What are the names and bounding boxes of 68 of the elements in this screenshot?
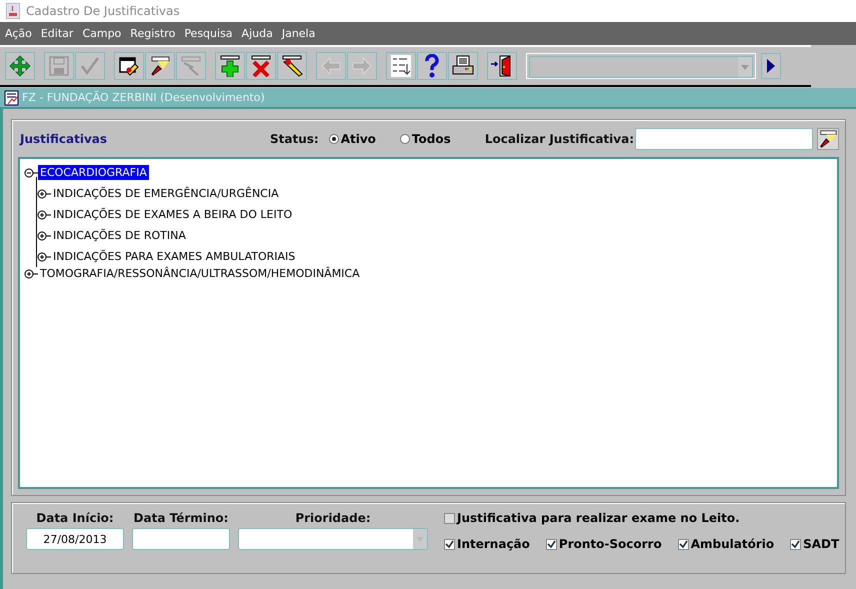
expand-icon[interactable]: [37, 188, 51, 198]
collapse-icon[interactable]: [24, 168, 38, 178]
search-label: Localizar Justificativa:: [484, 132, 634, 146]
status-label: Status:: [270, 132, 319, 146]
dropdown-arrow-icon: [741, 64, 749, 70]
field-label: Prioridade:: [295, 511, 371, 525]
tree-node[interactable]: INDICAÇÕES DE EXAMES A BEIRA DO LEITO: [51, 207, 294, 222]
window-title: Cadastro De Justificativas: [26, 4, 180, 18]
toolbar-button[interactable]: [487, 52, 517, 80]
field-label: Data Término:: [134, 511, 228, 525]
toolbar-button[interactable]: [246, 52, 276, 80]
tree-node[interactable]: INDICAÇÕES DE ROTINA: [51, 228, 188, 243]
origin-checkbox[interactable]: Internação: [444, 537, 530, 551]
cross-icon: [250, 55, 272, 77]
toolbar-button[interactable]: [114, 52, 144, 80]
menu-item[interactable]: Janela: [282, 27, 320, 40]
plus-icon: [219, 55, 241, 77]
section-title: Justificativas: [18, 132, 108, 146]
leito-checkbox[interactable]: Justificativa para realizar exame no Leito.: [444, 511, 840, 525]
tree-node[interactable]: ECOCARDIOGRAFIA: [38, 165, 149, 180]
date-field[interactable]: 27/08/2013: [26, 528, 124, 550]
numbered-list-icon: [390, 54, 412, 78]
expand-icon[interactable]: [24, 268, 38, 278]
toolbar-button[interactable]: [215, 52, 245, 80]
form-pencil-icon: [118, 55, 140, 77]
field-label: Data Início:: [36, 511, 114, 525]
search-button[interactable]: [817, 128, 839, 150]
menu-item[interactable]: Ajuda: [242, 27, 278, 40]
check-mark-icon: [791, 540, 800, 548]
menu-item[interactable]: Campo: [82, 27, 126, 40]
expand-icon[interactable]: [37, 252, 51, 262]
toolbar-button[interactable]: [386, 52, 416, 80]
menu-item[interactable]: Ação: [5, 27, 37, 40]
tree-node[interactable]: TOMOGRAFIA/RESSONÂNCIA/ULTRASSOM/HEMODINÂMICA: [38, 266, 362, 281]
status-radio[interactable]: Ativo: [328, 132, 376, 146]
next-button[interactable]: [761, 53, 781, 79]
move-arrows-icon: [9, 55, 31, 77]
toolbar-button[interactable]: [448, 52, 478, 80]
origin-checkbox[interactable]: Ambulatório: [678, 537, 774, 551]
form-window-title: FZ - FUNDAÇÃO ZERBINI (Desenvolvimento): [22, 91, 265, 104]
play-triangle-icon: [767, 59, 775, 73]
menu-item[interactable]: Editar: [40, 27, 78, 40]
origin-checkbox[interactable]: SADT: [790, 537, 840, 551]
menu-item[interactable]: Registro: [130, 27, 180, 40]
question-mark-icon: [424, 54, 440, 78]
check-mark-icon: [546, 540, 556, 548]
check-mark-icon: [445, 540, 454, 548]
check-mark-icon: [678, 540, 688, 548]
document-icon: [4, 90, 20, 106]
printer-icon: [451, 55, 475, 77]
date-field[interactable]: [132, 528, 230, 550]
origin-checkbox[interactable]: Pronto-Socorro: [546, 537, 662, 551]
search-field[interactable]: [635, 128, 813, 150]
status-radio[interactable]: Todos: [400, 132, 451, 146]
left-arrow-icon: [320, 56, 342, 76]
tree-node[interactable]: INDICAÇÕES DE EMERGÊNCIA/URGÊNCIA: [51, 186, 281, 201]
expand-icon[interactable]: [37, 210, 51, 220]
check-mark-icon: [80, 56, 100, 76]
tree-node[interactable]: INDICAÇÕES PARA EXAMES AMBULATORIAIS: [51, 249, 298, 264]
toolbar-button[interactable]: [145, 52, 175, 80]
pencil-icon: [281, 55, 303, 77]
flashlight-icon: [818, 128, 838, 150]
toolbar-button[interactable]: [277, 52, 307, 80]
menu-item[interactable]: Pesquisa: [184, 27, 238, 40]
lightning-icon: [180, 55, 202, 77]
right-arrow-icon: [351, 56, 373, 76]
expand-icon[interactable]: [37, 230, 51, 240]
flashlight-icon: [149, 55, 171, 77]
